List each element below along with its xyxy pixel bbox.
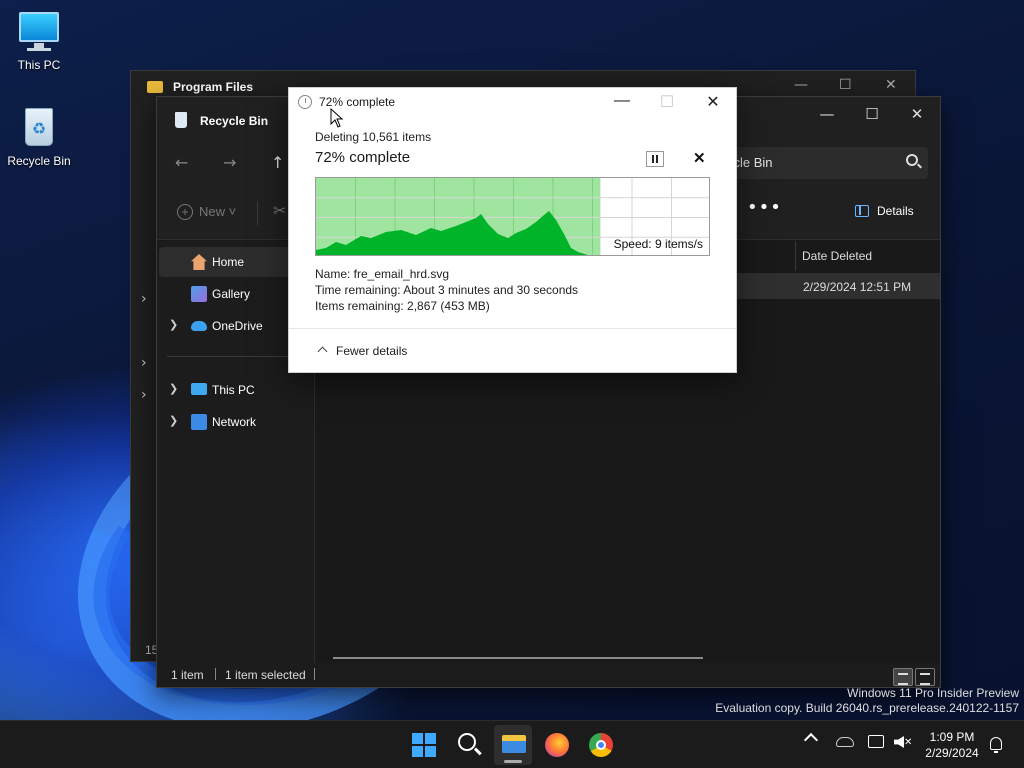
- system-clock[interactable]: 1:09 PM 2/29/2024: [918, 729, 986, 761]
- row-date-deleted: 2/29/2024 12:51 PM: [803, 280, 912, 294]
- up-arrow-icon[interactable]: ↑: [271, 153, 284, 172]
- show-hidden-icons-chevron-icon[interactable]: [803, 732, 819, 748]
- sidebar-item-label: Gallery: [212, 287, 251, 301]
- window-title: Program Files: [173, 80, 254, 94]
- watermark-edition: Windows 11 Pro Insider Preview: [847, 686, 1019, 700]
- maximize-button[interactable]: ☐: [839, 77, 852, 93]
- status-divider: [314, 668, 315, 680]
- watermark-build: Evaluation copy. Build 26040.rs_prerelea…: [715, 701, 1019, 715]
- minimize-button[interactable]: —: [812, 105, 842, 123]
- details-pane-icon: [855, 205, 869, 217]
- sidebar-item-network[interactable]: ❯ Network: [159, 407, 313, 437]
- folder-icon: [147, 81, 163, 93]
- sidebar-item-label: Home: [212, 255, 245, 269]
- maximize-button[interactable]: ☐: [857, 105, 887, 123]
- speed-graph: Speed: 9 items/s: [315, 177, 710, 256]
- chevron-right-icon[interactable]: ›: [141, 387, 147, 403]
- volume-icon[interactable]: [894, 736, 904, 748]
- mouse-cursor-icon: [330, 108, 344, 128]
- new-button[interactable]: + New ˅: [177, 204, 236, 220]
- gallery-icon: [191, 286, 207, 302]
- tiles-view-button[interactable]: [915, 668, 935, 686]
- onedrive-icon: [191, 321, 207, 331]
- search-icon[interactable]: [458, 733, 476, 751]
- window-title: Recycle Bin: [200, 114, 269, 128]
- taskbar: ✕ 1:09 PM 2/29/2024: [0, 720, 1024, 768]
- clock-time: 1:09 PM: [929, 730, 975, 744]
- close-button[interactable]: ✕: [698, 92, 728, 112]
- sidebar-item-this-pc[interactable]: ❯ This PC: [159, 375, 313, 405]
- status-selection: 1 item selected: [225, 668, 306, 682]
- home-icon: [191, 254, 207, 270]
- fewer-details-label: Fewer details: [336, 344, 408, 358]
- file-explorer-taskbar-button[interactable]: [494, 725, 532, 765]
- plus-icon: +: [177, 204, 193, 220]
- close-button[interactable]: ✕: [902, 105, 932, 123]
- sidebar-item-label: Network: [212, 415, 257, 429]
- back-arrow-icon[interactable]: ←: [175, 153, 188, 172]
- horizontal-scrollbar[interactable]: [333, 657, 703, 659]
- details-pane-button[interactable]: Details: [855, 204, 914, 218]
- chevron-right-icon[interactable]: ›: [141, 291, 147, 307]
- chevron-right-icon[interactable]: ❯: [169, 414, 178, 427]
- cancel-button[interactable]: ✕: [693, 149, 706, 167]
- new-label: New: [199, 204, 226, 219]
- minimize-button[interactable]: —: [607, 92, 637, 110]
- more-options-button[interactable]: •••: [747, 197, 782, 218]
- notification-bell-icon[interactable]: [990, 737, 1002, 753]
- fewer-details-button[interactable]: Fewer details: [317, 344, 408, 358]
- progress-heading: 72% complete: [315, 149, 411, 166]
- speed-label: Speed: 9 items/s: [613, 237, 703, 251]
- close-button[interactable]: ✕: [885, 77, 897, 93]
- active-indicator: [504, 760, 522, 763]
- this-pc-icon: [17, 10, 61, 54]
- desktop-icon-this-pc[interactable]: This PC: [0, 10, 78, 72]
- pause-button[interactable]: [646, 151, 664, 167]
- dialog-divider: [289, 328, 736, 329]
- chevron-right-icon[interactable]: ❯: [169, 382, 178, 395]
- desktop-icon-label: This PC: [17, 58, 61, 72]
- toolbar-divider: [257, 201, 258, 225]
- recycle-bin-icon: ♻: [17, 106, 61, 150]
- desktop-icon-label: Recycle Bin: [7, 154, 71, 168]
- forward-arrow-icon[interactable]: →: [223, 153, 236, 172]
- sidebar-item-label: This PC: [212, 383, 255, 397]
- firefox-icon[interactable]: [545, 733, 569, 757]
- search-icon[interactable]: [906, 154, 918, 166]
- details-label: Details: [877, 204, 914, 218]
- cut-icon[interactable]: ✂: [273, 201, 286, 220]
- network-icon: [191, 414, 207, 430]
- clock-icon: [298, 95, 312, 109]
- maximize-button: ☐: [659, 94, 675, 111]
- time-remaining: Time remaining: About 3 minutes and 30 s…: [315, 283, 579, 297]
- chevron-right-icon[interactable]: ›: [141, 355, 147, 371]
- status-bar: 1 item 1 item selected: [157, 663, 940, 687]
- network-icon[interactable]: [868, 735, 884, 748]
- chrome-icon[interactable]: [589, 733, 613, 757]
- items-remaining: Items remaining: 2,867 (453 MB): [315, 299, 490, 313]
- start-button[interactable]: [412, 733, 436, 757]
- folder-icon: [502, 735, 526, 753]
- pc-icon: [191, 383, 207, 395]
- current-file-name: Name: fre_email_hrd.svg: [315, 267, 450, 281]
- minimize-button[interactable]: —: [794, 77, 808, 93]
- recycle-bin-icon: [175, 112, 187, 128]
- status-divider: [215, 668, 216, 680]
- details-view-button[interactable]: [893, 668, 913, 686]
- operation-description: Deleting 10,561 items: [315, 130, 432, 144]
- sidebar-divider: [167, 356, 307, 357]
- mute-icon: ✕: [904, 737, 913, 748]
- chevron-up-icon: [317, 346, 328, 357]
- chevron-right-icon[interactable]: ❯: [169, 318, 178, 331]
- status-item-count: 1 item: [171, 668, 204, 682]
- sidebar-item-label: OneDrive: [212, 319, 263, 333]
- delete-progress-dialog[interactable]: 72% complete — ☐ ✕ Deleting 10,561 items…: [288, 87, 737, 373]
- search-input[interactable]: ycle Bin: [723, 147, 928, 179]
- desktop-icon-recycle-bin[interactable]: ♻ Recycle Bin: [0, 106, 78, 168]
- dialog-title: 72% complete: [319, 95, 396, 109]
- cloud-icon[interactable]: [836, 737, 854, 747]
- clock-date: 2/29/2024: [925, 746, 979, 760]
- column-header-date-deleted[interactable]: Date Deleted: [795, 241, 945, 271]
